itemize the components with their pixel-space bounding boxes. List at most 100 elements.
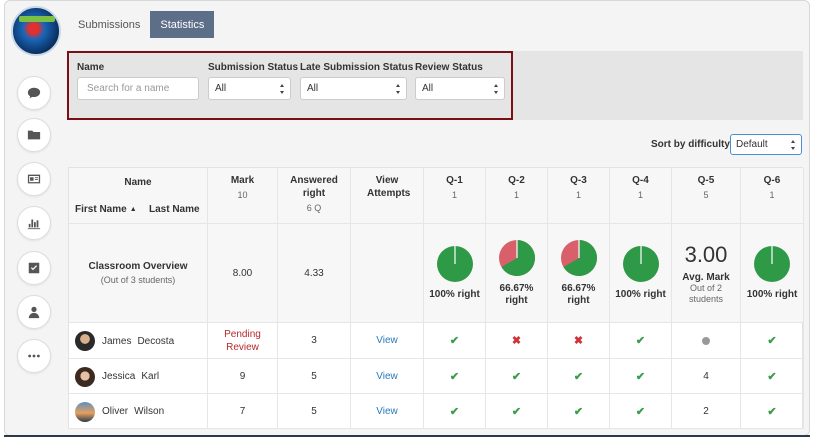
view-attempts-link[interactable]: View [376,406,398,417]
mark-header-label: Mark [230,175,255,186]
question-points: 1 [451,190,457,200]
pie-chart [622,246,659,282]
answer-cell[interactable] [672,323,741,359]
student-answered: 5 [311,370,317,382]
avg-mark-value: 3.00 [684,241,728,267]
answer-cell[interactable]: ✔ [610,359,672,394]
more-button[interactable] [17,339,51,373]
question-header-6[interactable]: Q-6 1 [741,168,804,224]
answer-cell[interactable]: ✔ [424,323,486,359]
review-status-select[interactable]: All [415,77,505,100]
sort-select[interactable]: Default [730,134,802,155]
late-status-label: Late Submission Status [300,62,414,73]
cross-icon: ✖ [573,335,584,347]
student-last-name: Karl [141,371,160,382]
question-header-5[interactable]: Q-5 5 [672,168,741,224]
answered-header[interactable]: Answered right 6 Q [278,168,351,224]
folder-button[interactable] [17,118,51,152]
folder-icon [27,130,41,140]
answer-cell[interactable]: ✔ [424,394,486,429]
statistics-button[interactable] [17,206,51,240]
answer-cell[interactable]: ✔ [424,359,486,394]
student-mark: 7 [239,405,246,417]
tab-submissions[interactable]: Submissions [68,11,150,38]
chat-button[interactable] [17,76,51,110]
name-header-label: Name [124,177,152,188]
name-filter-label: Name [77,62,105,73]
question-header-1[interactable]: Q-1 1 [424,168,486,224]
answer-cell[interactable]: ✔ [548,359,610,394]
answer-cell[interactable]: ✔ [741,323,804,359]
person-button[interactable] [17,295,51,329]
check-icon: ✔ [635,335,646,347]
select-arrows-icon [494,84,499,94]
mark-header[interactable]: Mark 10 [208,168,278,224]
answer-cell[interactable]: ✔ [486,359,548,394]
statistics-table: Name First Name ▲ Last Name Mark 10 Answ… [68,167,804,429]
cross-icon: ✖ [511,335,522,347]
mark-max: 10 [237,190,248,200]
id-card-button[interactable] [17,162,51,196]
overview-question-2: 66.67% right [486,224,548,323]
submission-status-select[interactable]: All [208,77,291,100]
answer-cell[interactable]: ✖ [486,323,548,359]
overview-question-1: 100% right [424,224,486,323]
student-answered-cell: 5 [278,394,351,429]
answer-cell[interactable]: ✔ [741,359,804,394]
attempts-header-label: View Attempts [367,175,411,199]
pie-chart [560,240,597,276]
view-attempts-link[interactable]: View [376,371,398,382]
first-name-header: First Name [75,204,127,215]
answer-cell[interactable]: ✔ [610,394,672,429]
answer-cell[interactable]: 2 [672,394,741,429]
percent-right: 100% right [746,289,798,300]
chat-icon [27,87,41,99]
view-attempts-link[interactable]: View [376,335,398,346]
bottom-edge [4,435,810,437]
first-name-sort[interactable]: First Name ▲ [75,204,137,215]
check-icon: ✔ [635,405,646,418]
overview-mark-value: 8.00 [232,267,253,279]
overview-question-5: 3.00 Avg. Mark Out of 2 students [672,224,741,323]
bar-chart-icon [27,219,41,230]
tab-statistics[interactable]: Statistics [150,11,215,38]
answer-cell[interactable]: ✖ [548,323,610,359]
question-header-2[interactable]: Q-2 1 [486,168,548,224]
student-first-name: Jessica [102,371,136,382]
last-name-header[interactable]: Last Name [149,204,200,215]
late-status-select[interactable]: All [300,77,407,100]
student-name: Jessica Karl [75,366,160,387]
answer-cell[interactable]: ✔ [548,394,610,429]
check-icon: ✔ [767,370,777,383]
percent-right: 100% right [615,289,666,300]
id-card-icon [27,174,41,184]
checkbox-button[interactable] [17,251,51,285]
checkbox-icon [28,262,40,274]
pending-dot-icon [702,336,710,345]
answer-cell[interactable]: ✔ [486,394,548,429]
answer-cell[interactable]: ✔ [610,323,672,359]
avatar [75,401,95,422]
name-search-input[interactable]: Search for a name [77,77,199,100]
avatar [75,366,95,387]
school-logo[interactable] [11,6,61,56]
sort-label: Sort by difficulty [651,139,730,150]
student-attempts-cell: View [351,323,424,359]
answer-cell[interactable]: 4 [672,359,741,394]
student-answered-cell: 5 [278,359,351,394]
question-points: 1 [637,190,643,200]
student-mark-cell: 9 [208,359,278,394]
question-label: Q-3 [570,175,587,186]
question-header-3[interactable]: Q-3 1 [548,168,610,224]
select-arrows-icon [396,84,401,94]
student-last-name: Decosta [137,335,175,347]
percent-right: 100% right [429,289,480,300]
review-status-value: All [422,83,434,94]
overview-mark: 8.00 [208,224,278,323]
answer-cell[interactable]: ✔ [741,394,804,429]
question-header-4[interactable]: Q-4 1 [610,168,672,224]
pending-review-link[interactable]: Pending Review [219,328,267,354]
pie-chart [498,240,535,276]
check-icon: ✔ [767,405,777,418]
select-arrows-icon [791,140,796,150]
